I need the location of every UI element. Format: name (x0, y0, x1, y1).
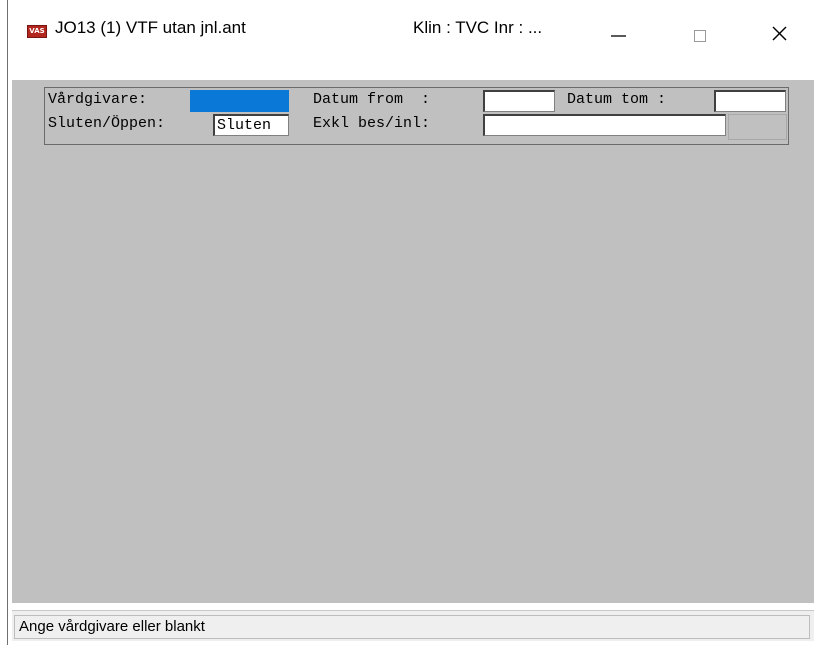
datum-from-field[interactable] (483, 90, 555, 112)
exkl-bes-inl-label: Exkl bes/inl: (313, 115, 431, 132)
window-title: JO13 (1) VTF utan jnl.ant (55, 18, 246, 37)
window-title-context: Klin : TVC Inr : ... (413, 18, 543, 37)
close-button[interactable] (756, 6, 802, 58)
close-icon (772, 26, 787, 41)
vardgivare-field[interactable] (190, 90, 289, 112)
datum-tom-field[interactable] (714, 90, 786, 112)
sluten-oppen-field[interactable]: Sluten (213, 114, 289, 136)
minimize-icon (611, 35, 626, 37)
exkl-bes-inl-field[interactable] (483, 114, 726, 136)
search-form-panel: Vårdgivare: Datum from : Datum tom : Slu… (44, 87, 789, 145)
maximize-button[interactable] (677, 6, 723, 58)
maximize-icon (694, 30, 706, 42)
datum-tom-label: Datum tom : (567, 91, 667, 108)
vardgivare-label: Vårdgivare: (48, 91, 148, 108)
title-bar[interactable]: VAS JO13 (1) VTF utan jnl.ant Klin : TVC… (8, 0, 817, 80)
vas-app-icon[interactable]: VAS (27, 25, 47, 38)
status-message: Ange vårdgivare eller blankt (19, 618, 205, 635)
status-panel: Ange vårdgivare eller blankt (14, 615, 810, 639)
client-area: Vårdgivare: Datum from : Datum tom : Slu… (12, 80, 814, 603)
datum-from-label: Datum from : (313, 91, 431, 108)
minimize-button[interactable] (595, 6, 641, 58)
application-window: VAS JO13 (1) VTF utan jnl.ant Klin : TVC… (7, 0, 817, 645)
sluten-oppen-label: Sluten/Öppen: (48, 115, 166, 132)
exkl-dropdown-area[interactable] (728, 114, 787, 140)
status-bar: Ange vårdgivare eller blankt (12, 610, 814, 641)
